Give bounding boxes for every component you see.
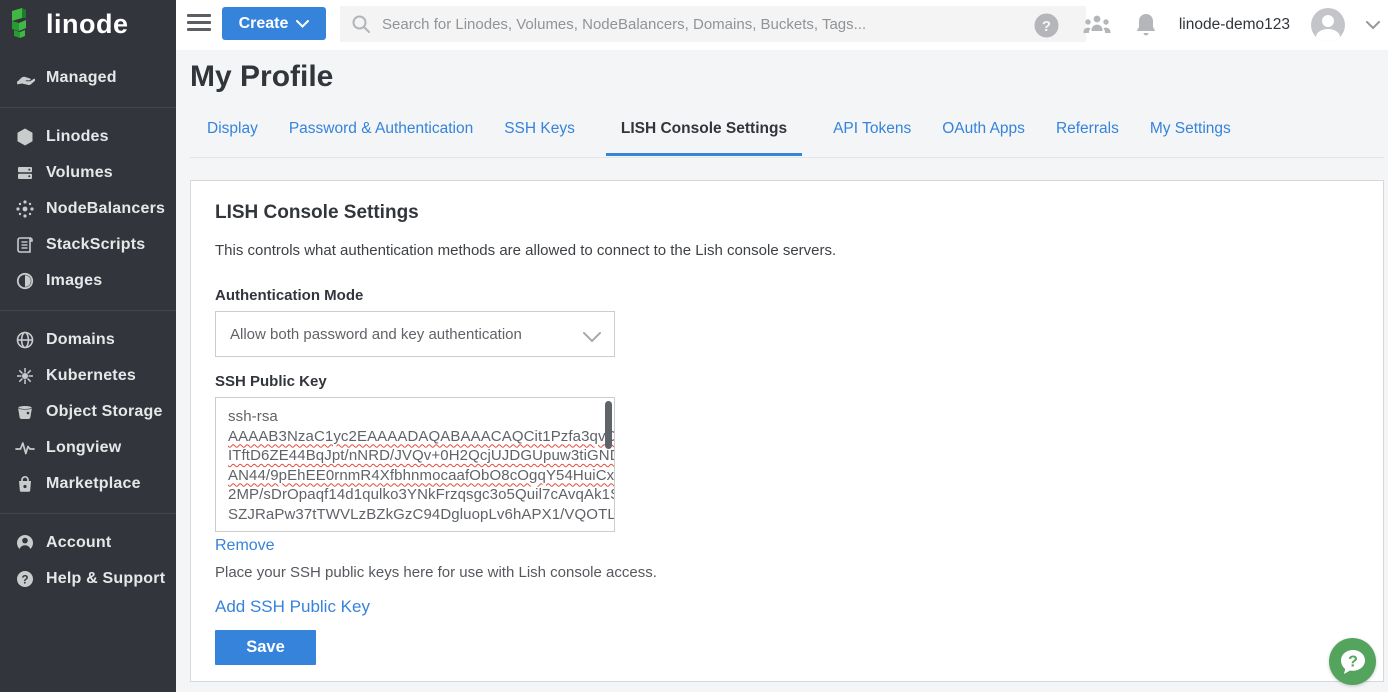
help-fab-button[interactable]: ?: [1329, 638, 1376, 685]
sidebar-item-label: Domains: [46, 331, 115, 349]
linode-logo-icon: [9, 7, 39, 44]
volumes-stack-icon: [14, 163, 36, 183]
sidebar-item-label: Longview: [46, 439, 121, 457]
stackscript-scroll-icon: [14, 235, 36, 255]
sidebar-item-label: Linodes: [46, 128, 109, 146]
chevron-down-icon: [296, 20, 309, 28]
create-button[interactable]: Create: [222, 7, 326, 40]
sidebar-divider: [0, 310, 176, 311]
panel-description: This controls what authentication method…: [215, 242, 1359, 259]
sidebar-item-images[interactable]: Images: [0, 263, 176, 299]
sidebar-item-marketplace[interactable]: Marketplace: [0, 466, 176, 502]
panel-heading: LISH Console Settings: [215, 202, 1359, 224]
tab-api-tokens[interactable]: API Tokens: [833, 116, 911, 155]
tab-password-authentication[interactable]: Password & Authentication: [289, 116, 473, 155]
sidebar-item-account[interactable]: Account: [0, 525, 176, 561]
tab-my-settings[interactable]: My Settings: [1150, 116, 1231, 155]
tab-referrals[interactable]: Referrals: [1056, 116, 1119, 155]
sidebar-item-label: Images: [46, 272, 102, 290]
sidebar-item-stackscripts[interactable]: StackScripts: [0, 227, 176, 263]
username-label[interactable]: linode-demo123: [1179, 16, 1290, 34]
search-input[interactable]: [382, 16, 1042, 33]
sidebar-item-label: Account: [46, 534, 111, 552]
community-icon[interactable]: [1081, 12, 1113, 38]
avatar[interactable]: [1311, 8, 1345, 42]
ssh-key-line: ssh-rsa: [228, 407, 602, 427]
save-button[interactable]: Save: [215, 630, 316, 665]
question-circle-icon: ?: [14, 569, 36, 589]
svg-text:?: ?: [21, 574, 28, 586]
sidebar-item-managed[interactable]: Managed: [0, 60, 176, 96]
help-icon[interactable]: ?: [1033, 12, 1060, 39]
chevron-down-icon: [583, 330, 601, 348]
tab-display[interactable]: Display: [207, 116, 258, 155]
sidebar-divider: [0, 107, 176, 108]
sidebar-item-label: Help & Support: [46, 570, 165, 588]
ssh-public-key-label: SSH Public Key: [215, 373, 1359, 390]
tab-ssh-keys[interactable]: SSH Keys: [504, 116, 575, 155]
remove-key-link[interactable]: Remove: [215, 537, 275, 555]
sidebar-item-label: Managed: [46, 69, 117, 87]
notifications-bell-icon[interactable]: [1134, 12, 1158, 39]
sidebar-item-label: Object Storage: [46, 403, 163, 421]
authentication-mode-value: Allow both password and key authenticati…: [230, 326, 522, 343]
svg-text:?: ?: [1042, 18, 1051, 35]
shopping-bag-icon: [14, 474, 36, 494]
pulse-icon: [14, 438, 36, 458]
ssh-key-line: AN44/9pEhEE0rnmR4XfbhnmocaafObO8cOgqY54H…: [228, 466, 602, 486]
sidebar-item-label: StackScripts: [46, 236, 145, 254]
bucket-icon: [14, 402, 36, 422]
add-ssh-public-key-link[interactable]: Add SSH Public Key: [215, 597, 370, 617]
sidebar-item-label: Marketplace: [46, 475, 141, 493]
globe-icon: [14, 330, 36, 350]
ssh-key-line: AAAAB3NzaC1yc2EAAAADAQABAAACAQCit1Pzfa3q…: [228, 427, 602, 447]
ssh-key-line: ITftD6ZE44BqJpt/nNRD/JVQv+0H2QcjUJDGUpuw…: [228, 446, 602, 466]
lish-settings-panel: LISH Console Settings This controls what…: [190, 180, 1384, 682]
managed-hand-icon: [14, 68, 36, 88]
sidebar-item-nodebalancers[interactable]: NodeBalancers: [0, 191, 176, 227]
linode-cube-icon: [14, 127, 36, 147]
nodebalancer-icon: [14, 199, 36, 219]
profile-tabs: Display Password & Authentication SSH Keys…: [190, 116, 1384, 158]
sidebar-item-domains[interactable]: Domains: [0, 322, 176, 358]
images-disc-icon: [14, 271, 36, 291]
svg-text:?: ?: [1348, 653, 1358, 670]
sidebar-divider: [0, 513, 176, 514]
hamburger-menu-icon[interactable]: [187, 14, 211, 34]
sidebar-item-volumes[interactable]: Volumes: [0, 155, 176, 191]
ssh-key-line: SZJRaPw37tTWVLzBZkGzC94DgluopLv6hAPX1/VQ…: [228, 505, 602, 525]
ssh-public-key-textarea[interactable]: ssh-rsaAAAAB3NzaC1yc2EAAAADAQABAAACAQCit…: [215, 397, 615, 532]
chat-question-icon: ?: [1338, 647, 1368, 677]
search-icon: [351, 14, 371, 34]
global-search[interactable]: [340, 6, 1086, 42]
brand-name: linode: [46, 9, 129, 40]
sidebar-item-longview[interactable]: Longview: [0, 430, 176, 466]
sidebar-item-kubernetes[interactable]: Kubernetes: [0, 358, 176, 394]
sidebar-item-object-storage[interactable]: Object Storage: [0, 394, 176, 430]
sidebar-item-label: Volumes: [46, 164, 113, 182]
sidebar-nav: Managed Linodes Volumes NodeBalancers StackS…: [0, 50, 176, 692]
linode-logo[interactable]: linode: [0, 0, 176, 50]
textarea-scrollbar[interactable]: [605, 401, 612, 449]
top-bar: linode Create ?: [0, 0, 1388, 50]
sidebar-item-label: Kubernetes: [46, 367, 136, 385]
ssh-key-help-text: Place your SSH public keys here for use …: [215, 564, 1359, 581]
tab-lish-console-settings[interactable]: LISH Console Settings: [606, 116, 802, 156]
person-circle-icon: [14, 533, 36, 553]
sidebar-item-label: NodeBalancers: [46, 200, 165, 218]
create-button-label: Create: [239, 15, 289, 33]
sidebar-item-help-support[interactable]: ? Help & Support: [0, 561, 176, 597]
tab-oauth-apps[interactable]: OAuth Apps: [942, 116, 1025, 155]
ssh-key-line: 2MP/sDrOpaqf14d1qulko3YNkFrzqsgc3o5Quil7…: [228, 485, 602, 505]
user-menu-chevron-icon[interactable]: [1366, 21, 1380, 30]
authentication-mode-select[interactable]: Allow both password and key authenticati…: [215, 311, 615, 357]
sidebar-item-linodes[interactable]: Linodes: [0, 119, 176, 155]
authentication-mode-label: Authentication Mode: [215, 287, 1359, 304]
page-title: My Profile: [190, 60, 333, 94]
kubernetes-wheel-icon: [14, 366, 36, 386]
